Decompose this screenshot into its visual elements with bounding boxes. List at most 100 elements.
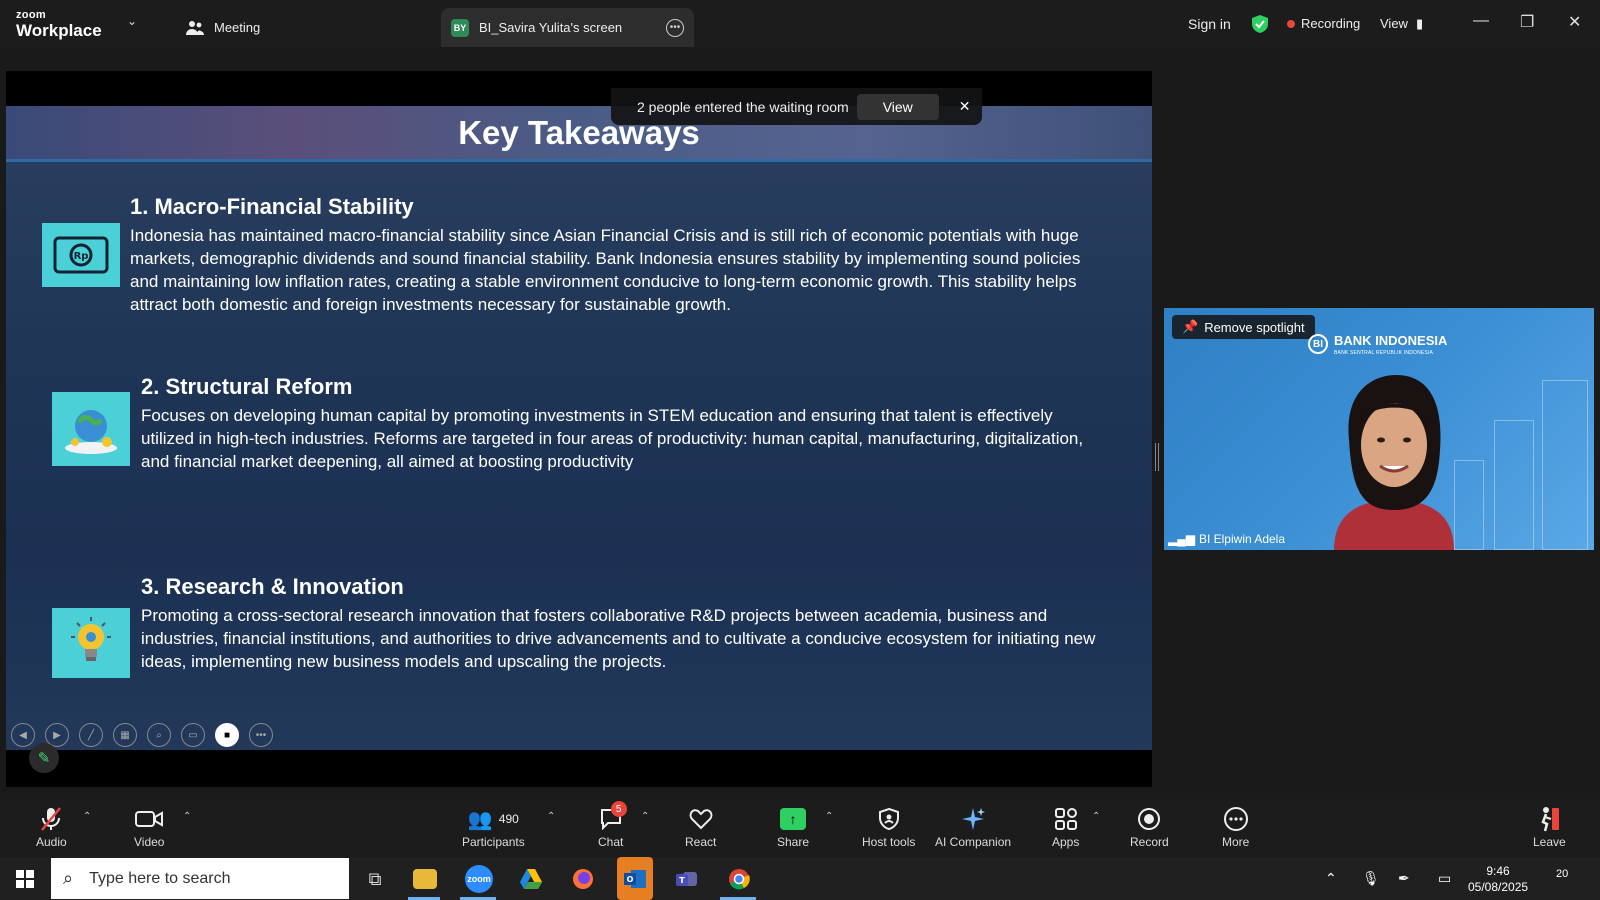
close-icon[interactable]: ✕ [959,98,971,115]
notification-count: 20 [1556,868,1569,880]
grid-icon[interactable]: ▦ [113,723,137,747]
view-layout-icon: ▮ [1415,15,1424,31]
zoom-app-icon[interactable]: zoom [465,865,493,893]
video-camera-icon [135,805,164,833]
clock-time: 9:46 [1486,864,1510,878]
people-icon [186,20,204,36]
view-label: View [1380,16,1408,31]
more-options-icon [1223,805,1249,833]
waiting-room-view-button[interactable]: View [856,93,939,120]
record-label: Record [1130,835,1169,849]
svg-text:O: O [627,875,634,884]
participant-name: ▂▄▆ BI Elpiwin Adela [1168,532,1285,546]
camera-icon[interactable]: ■ [215,723,239,747]
apps-button[interactable]: Apps [1052,805,1079,849]
minimize-icon[interactable]: — [1473,12,1489,30]
globe-icon [52,392,130,466]
presentation-slide: Key Takeaways Rp 1. Macro-Financial Stab… [6,106,1152,750]
bank-logo: BI BANK INDONESIA BANK SENTRAL REPUBLIK … [1308,332,1447,356]
tab-shared-screen[interactable]: BY BI_Savira Yulita's screen ••• [441,8,694,47]
search-placeholder: Type here to search [89,869,231,887]
chevron-up-icon[interactable]: ⌃ [183,811,191,822]
participant-name-label: BI Elpiwin Adela [1198,532,1286,546]
taskbar-search-input[interactable]: ⌕ Type here to search [51,858,349,899]
chevron-up-icon[interactable]: ⌃ [1092,811,1100,822]
pen-icon[interactable]: ✒ [1398,857,1410,900]
record-button[interactable]: Record [1130,805,1169,849]
ai-companion-button[interactable]: AI Companion [935,805,1011,849]
more-label: More [1222,835,1250,849]
video-button[interactable]: Video [134,805,164,849]
chrome-icon[interactable] [725,865,753,893]
svg-text:T: T [679,876,685,885]
shield-icon [878,805,899,833]
tab-meeting[interactable]: Meeting [176,8,270,47]
chevron-up-icon[interactable]: ⌃ [83,811,91,822]
chat-label: Chat [598,835,624,849]
section-heading: 3. Research & Innovation [141,574,404,599]
show-hidden-icons[interactable]: ⌃ [1325,857,1337,900]
avatar: BY [451,18,469,37]
annotate-pencil-icon[interactable]: ✎ [29,743,59,773]
money-icon: Rp [42,223,120,287]
windows-taskbar: ⌕ Type here to search ⧉ zoom O T ⌃ 🎙 ✒ ▭… [0,857,1600,900]
close-icon[interactable]: ✕ [1568,12,1581,32]
leave-icon [1537,805,1561,833]
file-explorer-icon[interactable] [413,869,437,889]
microphone-icon[interactable]: 🎙 [1362,857,1380,900]
section-heading: 1. Macro-Financial Stability [130,194,414,219]
recording-indicator[interactable]: Recording [1287,0,1360,47]
lightbulb-icon [52,608,130,678]
video-tile[interactable]: 📌 Remove spotlight BI BANK INDONESIA BAN… [1164,308,1594,550]
chevron-up-icon[interactable]: ⌃ [641,811,649,822]
search-icon: ⌕ [63,868,74,888]
more-button[interactable]: More [1222,805,1249,849]
section-body: Focuses on developing human capital by p… [141,406,1084,471]
outlook-icon[interactable]: O [617,857,653,900]
tablet-mode-icon[interactable]: ▭ [1438,857,1451,900]
pen-icon[interactable]: ╱ [79,723,103,747]
split-resize-handle[interactable] [1155,443,1159,471]
shared-screen[interactable]: Key Takeaways Rp 1. Macro-Financial Stab… [6,71,1152,787]
waiting-room-text: 2 people entered the waiting room [637,98,849,115]
building-graphic [1542,380,1588,550]
remove-spotlight-button[interactable]: 📌 Remove spotlight [1172,315,1315,339]
section-body: Promoting a cross-sectoral research inno… [141,606,1096,671]
shield-icon[interactable] [1251,0,1269,47]
previous-slide-icon[interactable]: ◀ [11,723,35,747]
section-body: Indonesia has maintained macro-financial… [130,226,1081,314]
leave-label: Leave [1533,835,1566,849]
chevron-up-icon[interactable]: ⌃ [547,811,555,822]
audio-button[interactable]: Audio [36,805,67,849]
chat-button[interactable]: 5 Chat [598,801,627,849]
zoom-logo[interactable]: zoom Workplace [16,10,102,40]
notification-center-icon[interactable]: 20 [1556,868,1578,888]
host-tools-label: Host tools [862,835,916,849]
more-options-icon[interactable]: ••• [249,723,273,747]
windows-start-icon[interactable] [16,870,34,888]
svg-text:Rp: Rp [74,251,89,262]
restore-icon[interactable]: ❐ [1520,12,1534,32]
zoom-icon[interactable]: ⌕ [147,723,171,747]
react-button[interactable]: React [685,805,716,849]
leave-button[interactable]: Leave [1533,805,1566,849]
more-options-icon[interactable]: ••• [666,18,684,37]
teams-icon[interactable]: T [673,865,701,893]
share-button[interactable]: ↑ Share [777,805,809,849]
remove-spotlight-label: Remove spotlight [1204,319,1305,335]
host-tools-button[interactable]: Host tools [862,805,915,849]
chevron-up-icon[interactable]: ⌃ [825,811,833,822]
chevron-down-icon[interactable]: ⌄ [127,14,137,28]
participant-video [1334,375,1454,550]
participants-button[interactable]: 👥 490 Participants [462,805,525,850]
subtitles-icon[interactable]: ▭ [181,723,205,747]
taskbar-clock[interactable]: 9:46 05/08/2025 [1468,863,1528,895]
google-drive-icon[interactable] [517,865,545,893]
share-screen-icon: ↑ [780,808,807,830]
firefox-icon[interactable] [569,865,597,893]
task-view-icon[interactable]: ⧉ [361,865,389,893]
view-button[interactable]: View ▮ [1380,0,1423,47]
sign-in-button[interactable]: Sign in [1188,0,1231,47]
sparkle-icon [960,805,986,833]
clock-date: 05/08/2025 [1468,880,1529,894]
